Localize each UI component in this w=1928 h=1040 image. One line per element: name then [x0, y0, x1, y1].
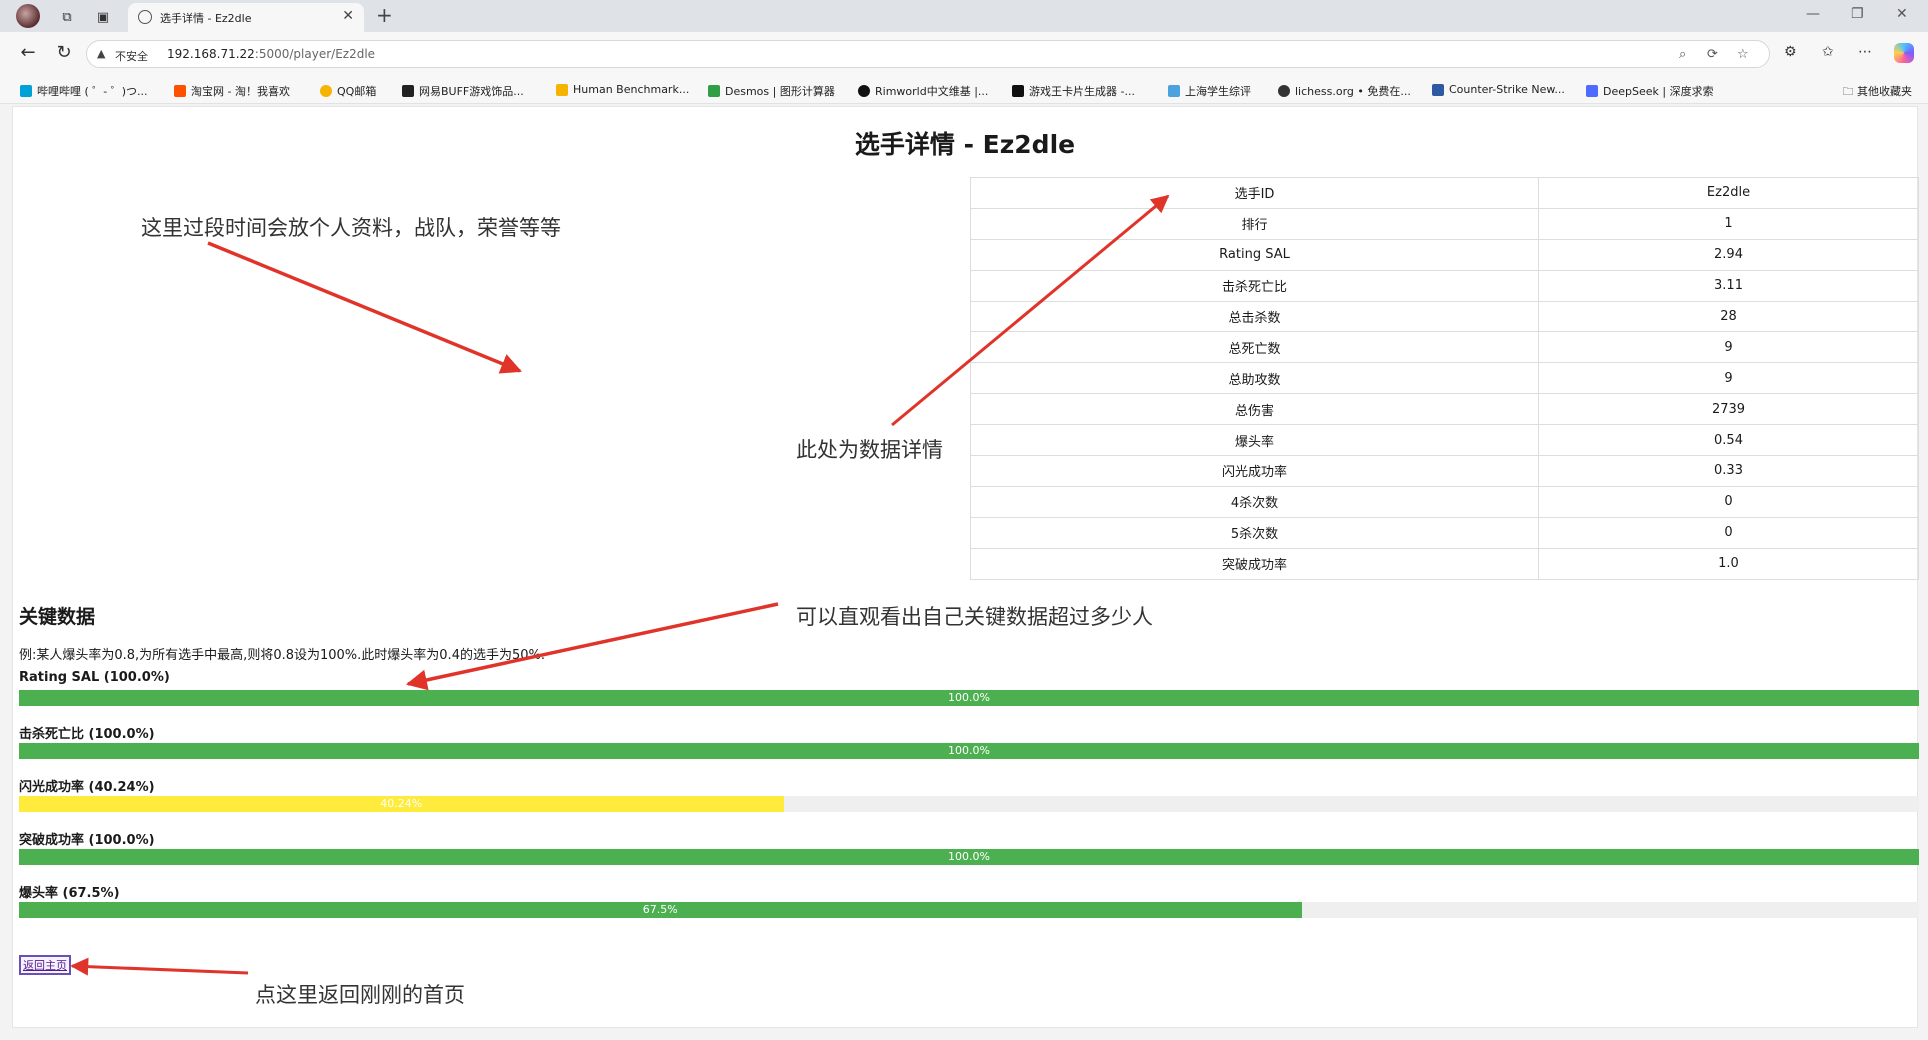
annotation-stats-note: 此处为数据详情	[796, 438, 943, 462]
annotation-arrow-key	[405, 602, 779, 691]
annotation-arrows	[70, 194, 1170, 976]
annotation-back-note: 点这里返回刚刚的首页	[255, 983, 465, 1007]
annotation-profile-note: 这里过段时间会放个人资料，战队，荣誉等等	[141, 216, 561, 240]
annotation-arrow-back	[70, 957, 249, 976]
annotation-key-note: 可以直观看出自己关键数据超过多少人	[796, 605, 1153, 629]
annotation-arrow-stats	[891, 194, 1170, 427]
annotation-arrow-profile	[207, 241, 522, 374]
